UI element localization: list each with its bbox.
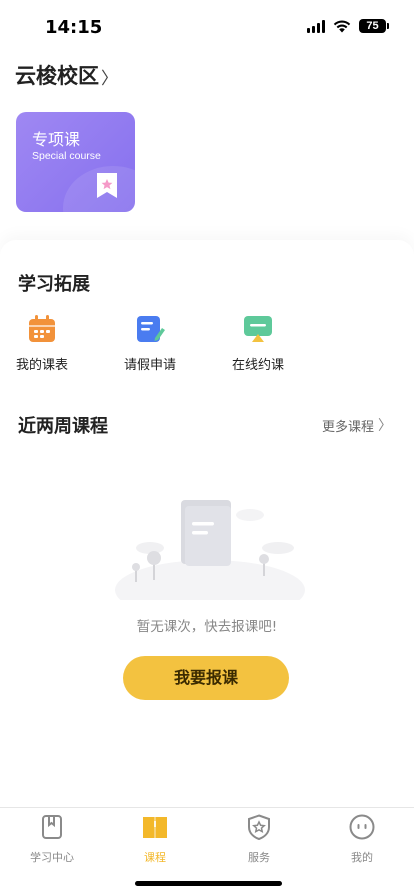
ext-item-online-booking[interactable]: 在线约课 [218,314,298,373]
special-course-title: 专项课 [32,130,81,149]
tab-label: 我的 [351,851,373,864]
course-book-icon [143,817,167,838]
tab-services[interactable]: 服务 [219,814,299,865]
cellular-signal-icon [307,19,325,33]
chevron-right-icon: 〉 [378,418,392,434]
service-shield-icon [248,814,270,841]
calendar-icon [29,315,55,342]
empty-state-illustration [115,500,305,600]
ext-item-label: 请假申请 [123,358,176,373]
tab-label: 学习中心 [30,851,74,864]
ext-item-label: 我的课表 [15,358,68,373]
wifi-icon [333,20,351,33]
ext-item-my-schedule[interactable]: 我的课表 [2,314,82,373]
learning-extension-title: 学习拓展 [18,274,90,295]
study-center-icon [42,815,62,839]
tab-study-center[interactable]: 学习中心 [12,814,92,865]
special-course-card[interactable]: 专项课 Special course [16,112,135,212]
status-icons: 75 [307,19,389,33]
monitor-icon [244,316,272,342]
chevron-right-icon: 〉 [101,68,118,89]
campus-selector[interactable]: 云梭校区 〉 [15,60,118,90]
profile-face-icon [349,814,375,840]
ext-item-leave-request[interactable]: 请假申请 [110,314,190,373]
more-courses-label: 更多课程 [321,419,374,435]
bookmark-star-icon [97,173,117,198]
more-courses-link[interactable]: 更多课程 〉 [322,415,392,435]
status-bar: 14:15 75 [0,0,414,54]
tab-profile[interactable]: 我的 [322,814,402,865]
battery-icon: 75 [359,19,389,33]
tab-label: 服务 [248,851,270,864]
home-indicator [135,881,282,886]
campus-name: 云梭校区 [15,64,99,88]
tab-label: 课程 [144,851,166,864]
special-course-subtitle: Special course [32,150,101,162]
recent-courses-title: 近两周课程 [18,416,108,437]
ext-item-label: 在线约课 [231,358,284,373]
document-edit-icon [137,316,165,342]
empty-state-text: 暂无课次，快去报课吧! [136,619,278,635]
status-time: 14:15 [45,17,103,38]
enroll-button[interactable]: 我要报课 [123,656,289,700]
tab-courses[interactable]: 课程 [115,814,195,865]
